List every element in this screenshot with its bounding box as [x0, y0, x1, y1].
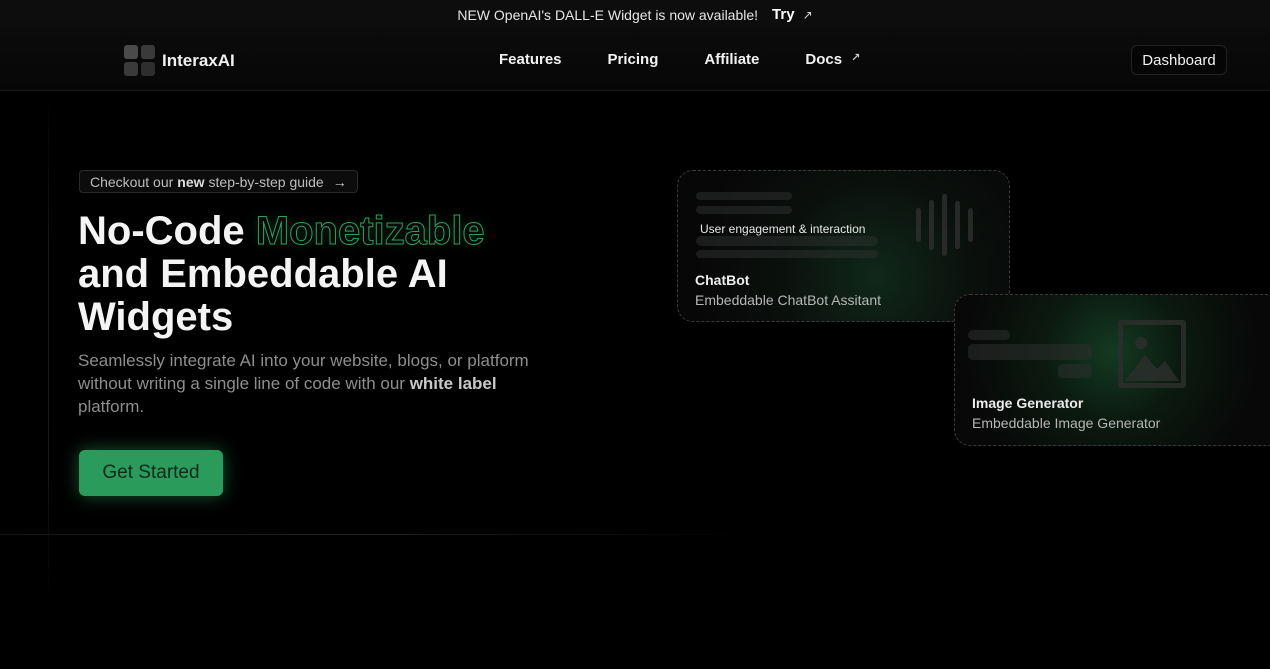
nav-link-affiliate[interactable]: Affiliate — [704, 51, 759, 68]
guide-prefix: Checkout our — [90, 173, 174, 190]
nav-link-features[interactable]: Features — [499, 51, 562, 68]
hero-title-accent: Monetizable — [255, 209, 485, 253]
guide-bold: new — [177, 173, 205, 190]
decorative-horizontal-line — [0, 534, 760, 535]
placeholder-bar — [696, 206, 792, 214]
image-icon — [1118, 320, 1186, 388]
announcement-text: NEW OpenAI's DALL-E Widget is now availa… — [457, 6, 759, 23]
nav-links: Features Pricing Affiliate Docs ↗ — [499, 51, 860, 68]
hero-subtitle: Seamlessly integrate AI into your websit… — [78, 349, 533, 418]
image-generator-card-title: Image Generator — [972, 395, 1084, 411]
get-started-button[interactable]: Get Started — [79, 450, 223, 496]
decorative-vertical-line — [48, 92, 49, 602]
top-navigation: InteraxAI Features Pricing Affiliate Doc… — [0, 29, 1270, 91]
chatbot-card-subtitle: Embeddable ChatBot Assitant — [695, 292, 882, 308]
placeholder-bar — [1058, 364, 1092, 378]
waveform-icon — [916, 194, 981, 256]
guide-suffix: step-by-step guide — [208, 173, 324, 190]
grid-logo-icon — [124, 45, 155, 76]
placeholder-bar — [696, 192, 792, 200]
nav-link-pricing[interactable]: Pricing — [608, 51, 659, 68]
placeholder-bar — [968, 344, 1092, 360]
announcement-bar: NEW OpenAI's DALL-E Widget is now availa… — [0, 0, 1270, 29]
hero-subtitle-end: platform. — [78, 397, 145, 416]
placeholder-bar — [968, 330, 1010, 340]
hero-title-part1: No-Code — [78, 209, 256, 253]
get-started-label: Get Started — [102, 462, 200, 483]
placeholder-bar — [696, 236, 878, 246]
external-arrow-icon[interactable]: ↗ — [803, 8, 813, 22]
logo[interactable]: InteraxAI — [124, 45, 235, 76]
announcement-try-link[interactable]: Try — [772, 6, 795, 23]
arrow-right-icon: → — [332, 173, 347, 190]
guide-link[interactable]: Checkout our new step-by-step guide → — [79, 170, 358, 193]
placeholder-bar — [696, 250, 878, 258]
hero-title: No-Code Monetizable and Embeddable AI Wi… — [78, 209, 538, 339]
hero-subtitle-bold: white label — [409, 374, 497, 393]
nav-link-docs[interactable]: Docs — [805, 51, 842, 68]
dashboard-button[interactable]: Dashboard — [1131, 45, 1227, 75]
hero-title-part2: and Embeddable AI Widgets — [78, 252, 448, 339]
logo-text: InteraxAI — [162, 50, 235, 70]
image-generator-card-subtitle: Embeddable Image Generator — [972, 415, 1161, 431]
chatbot-chip: User engagement & interaction — [700, 222, 866, 236]
external-arrow-icon[interactable]: ↗ — [851, 51, 860, 68]
chatbot-card-title: ChatBot — [695, 272, 750, 288]
